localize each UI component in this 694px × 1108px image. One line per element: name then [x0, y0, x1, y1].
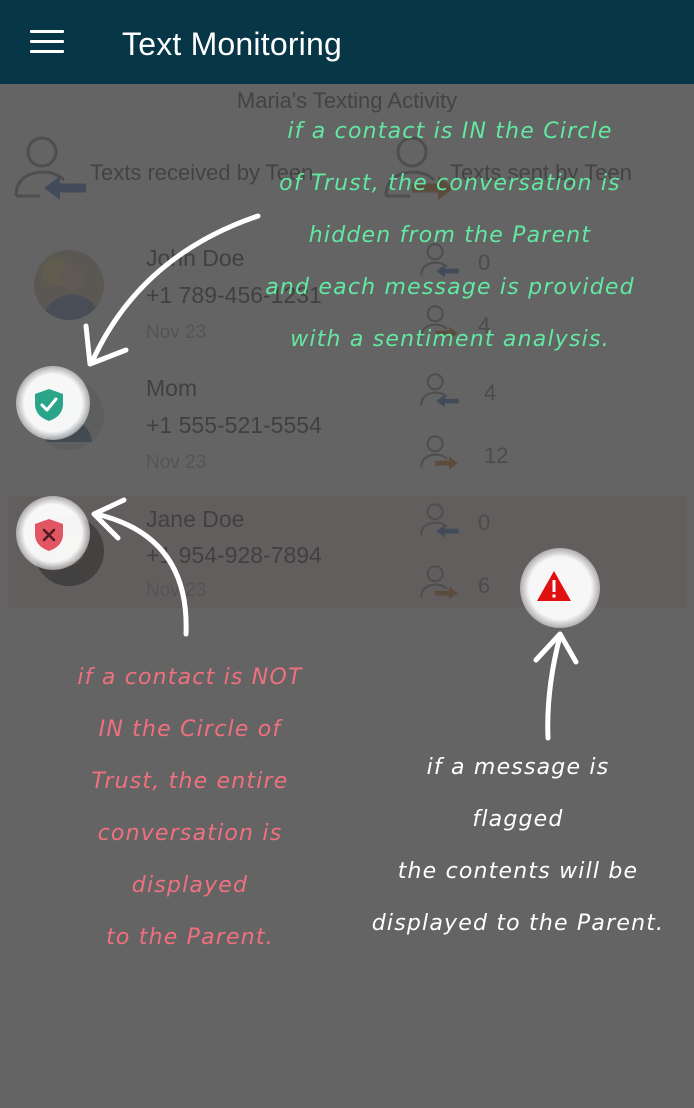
hamburger-menu-icon[interactable] — [30, 30, 64, 56]
received-count: 4 — [484, 380, 497, 405]
contact-row-mom[interactable]: Mom +1 555-521-5554 Nov 23 4 12 — [8, 360, 686, 473]
contact-date: Nov 23 — [146, 322, 207, 343]
received-count-icon — [420, 503, 459, 538]
person-incoming-arrow-icon — [14, 136, 86, 200]
received-count: 0 — [478, 510, 491, 535]
contact-name: Mom — [146, 375, 198, 401]
sent-count-icon — [420, 435, 458, 470]
app-screen: Maria's Texting Activity Texts received … — [0, 0, 694, 1108]
not-in-circle-of-trust-note: if a contact is NOT IN the Circle of Tru… — [77, 665, 303, 950]
sent-count-icon — [420, 565, 458, 600]
contact-name: John Doe — [146, 245, 245, 271]
contact-date: Nov 23 — [146, 580, 207, 601]
in-circle-of-trust-note: if a contact is IN the Circle of Trust, … — [265, 119, 635, 352]
warning-triangle-icon[interactable] — [536, 570, 572, 602]
received-count-icon — [420, 373, 459, 408]
flagged-message-note: if a message is flagged the contents wil… — [371, 755, 665, 936]
contact-avatar — [34, 250, 104, 320]
app-bar: Text Monitoring — [0, 0, 694, 84]
contact-date: Nov 23 — [146, 452, 207, 473]
app-title: Text Monitoring — [122, 26, 342, 62]
contact-phone: +1 555-521-5554 — [146, 412, 322, 438]
sent-count: 6 — [478, 573, 491, 598]
sent-count: 12 — [484, 443, 509, 468]
shield-x-icon — [35, 519, 63, 551]
contact-name: Jane Doe — [146, 506, 245, 532]
contact-phone: +1 954-928-7894 — [146, 542, 322, 568]
shield-check-icon — [35, 389, 63, 421]
